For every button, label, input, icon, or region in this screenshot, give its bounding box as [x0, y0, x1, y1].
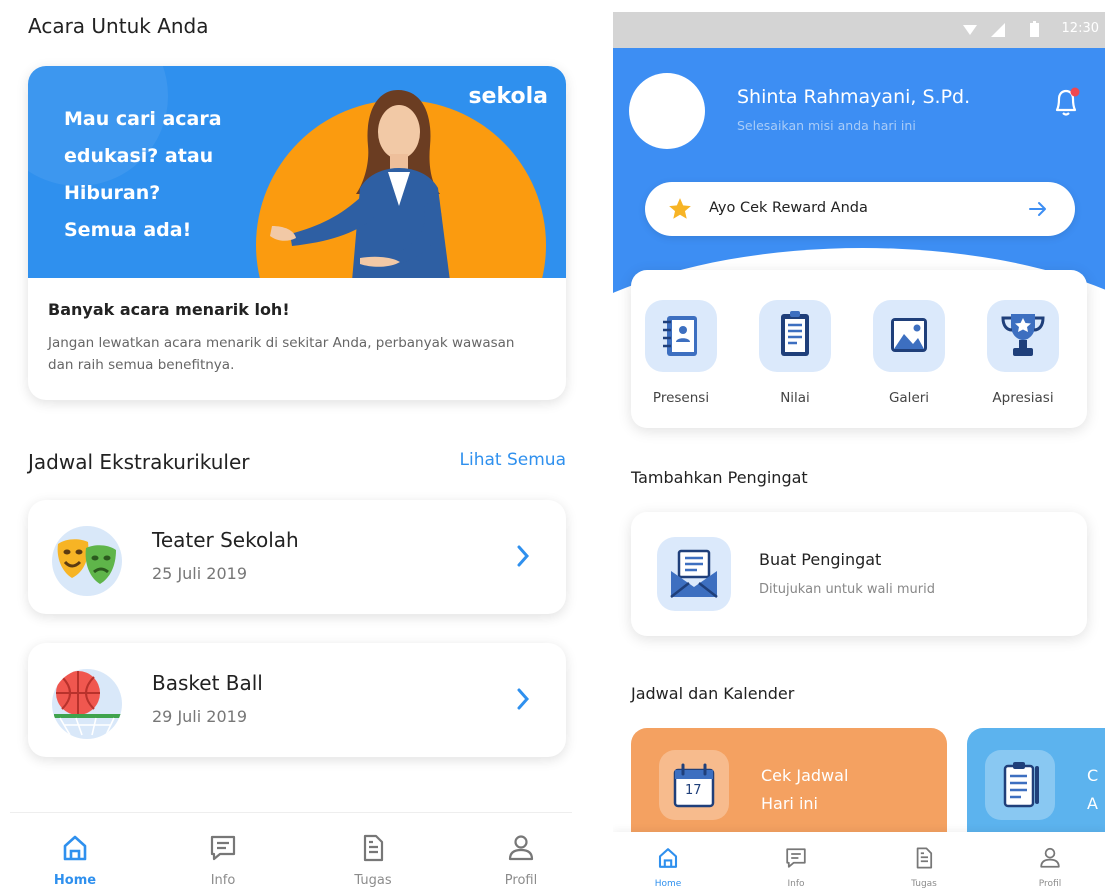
- menu-label: Apresiasi: [992, 390, 1054, 406]
- promo-description: Jangan lewatkan acara menarik di sekitar…: [48, 335, 515, 373]
- nav-info[interactable]: Info: [188, 833, 258, 888]
- schedule-section-title: Jadwal Ekstrakurikuler: [28, 450, 250, 474]
- promo-headline-line: Mau cari acara: [64, 108, 222, 130]
- promo-headline-line: Hiburan?: [64, 182, 161, 204]
- menu-galeri[interactable]: Galeri: [859, 300, 959, 406]
- gallery-icon: [873, 300, 945, 372]
- today-schedule-card[interactable]: 17 Cek Jadwal Hari ini: [631, 728, 947, 848]
- quick-menu: Presensi Nilai Galeri Apresiasi: [631, 270, 1087, 428]
- nav-home[interactable]: Home: [40, 833, 110, 888]
- clipboard-icon: [985, 750, 1055, 820]
- schedule-card-title: C: [1087, 766, 1099, 785]
- status-time: 12:30: [1061, 21, 1099, 36]
- schedule-card-title: Cek Jadwal: [761, 766, 849, 785]
- nav-label: Info: [787, 879, 805, 889]
- nav-label: Home: [53, 873, 97, 888]
- star-icon: [669, 198, 691, 219]
- basketball-icon: [52, 669, 122, 739]
- events-screen: Acara Untuk Anda Mau cari acara edukasi?…: [0, 0, 595, 895]
- reminder-subtitle: Ditujukan untuk wali murid: [759, 582, 935, 597]
- chevron-right-icon[interactable]: [516, 544, 530, 568]
- promo-headline-line: Semua ada!: [64, 219, 192, 241]
- wifi-icon: [963, 25, 977, 35]
- grade-sheet-icon: [759, 300, 831, 372]
- event-name: Teater Sekolah: [152, 528, 299, 552]
- trophy-icon: [987, 300, 1059, 372]
- nav-profil[interactable]: Profil: [486, 833, 556, 888]
- reminder-section-title: Tambahkan Pengingat: [631, 468, 808, 487]
- avatar[interactable]: [629, 73, 705, 149]
- nav-label: Info: [210, 873, 236, 888]
- chevron-right-icon[interactable]: [516, 687, 530, 711]
- promo-title: Banyak acara menarik loh!: [48, 300, 290, 319]
- create-reminder-card[interactable]: Buat Pengingat Ditujukan untuk wali muri…: [631, 512, 1087, 636]
- signal-icon: [991, 23, 1005, 37]
- battery-icon: [1030, 21, 1039, 37]
- calendar-day: 17: [685, 783, 702, 798]
- menu-label: Galeri: [888, 390, 930, 406]
- schedule-card-secondary[interactable]: C A: [967, 728, 1105, 848]
- bottom-nav: Home Info Tugas Profil: [613, 832, 1105, 895]
- nav-tugas[interactable]: Tugas: [889, 846, 959, 889]
- reward-label: Ayo Cek Reward Anda: [709, 200, 868, 216]
- nav-label: Tugas: [354, 873, 392, 888]
- reminder-title: Buat Pengingat: [759, 550, 882, 569]
- envelope-icon: [657, 537, 731, 611]
- promo-card[interactable]: Mau cari acara edukasi? atau Hiburan? Se…: [28, 66, 566, 400]
- arrow-right-icon: [1029, 202, 1046, 216]
- menu-label: Presensi: [652, 390, 710, 406]
- event-card-basket[interactable]: Basket Ball 29 Juli 2019: [28, 643, 566, 757]
- nav-home[interactable]: Home: [633, 846, 703, 889]
- menu-nilai[interactable]: Nilai: [745, 300, 845, 406]
- presenter-illustration: [270, 90, 450, 278]
- calendar-icon: 17: [659, 750, 729, 820]
- home-icon: [63, 835, 87, 861]
- user-name: Shinta Rahmayani, S.Pd.: [737, 86, 971, 108]
- user-icon: [508, 835, 534, 861]
- document-icon: [363, 834, 384, 862]
- menu-apresiasi[interactable]: Apresiasi: [973, 300, 1073, 406]
- bell-icon[interactable]: [1051, 86, 1081, 118]
- nav-profil[interactable]: Profil: [1015, 846, 1085, 889]
- menu-presensi[interactable]: Presensi: [631, 300, 731, 406]
- attendance-book-icon: [645, 300, 717, 372]
- calendar-section-title: Jadwal dan Kalender: [631, 684, 795, 703]
- nav-label: Profil: [1038, 879, 1062, 889]
- promo-headline-line: edukasi? atau: [64, 145, 214, 167]
- event-name: Basket Ball: [152, 671, 263, 695]
- schedule-card-subtitle: A: [1087, 794, 1098, 813]
- reward-button[interactable]: Ayo Cek Reward Anda: [645, 182, 1075, 236]
- theater-masks-icon: [52, 526, 122, 596]
- menu-label: Nilai: [780, 390, 810, 406]
- home-screen: 12:30 Shinta Rahmayani, S.Pd. Selesaikan…: [613, 0, 1105, 895]
- event-date: 29 Juli 2019: [152, 707, 247, 726]
- nav-label: Tugas: [911, 879, 937, 889]
- user-subtitle: Selesaikan misi anda hari ini: [737, 118, 916, 133]
- document-icon: [916, 847, 933, 869]
- nav-tugas[interactable]: Tugas: [338, 833, 408, 888]
- bottom-nav: Home Info Tugas Profil: [10, 812, 572, 895]
- event-date: 25 Juli 2019: [152, 564, 247, 583]
- promo-banner: Mau cari acara edukasi? atau Hiburan? Se…: [28, 66, 566, 278]
- nav-label: Home: [654, 879, 682, 889]
- see-all-link[interactable]: Lihat Semua: [460, 450, 566, 470]
- schedule-card-subtitle: Hari ini: [761, 794, 818, 813]
- nav-label: Profil: [504, 873, 538, 888]
- home-icon: [658, 848, 678, 868]
- event-card-teater[interactable]: Teater Sekolah 25 Juli 2019: [28, 500, 566, 614]
- events-section-title: Acara Untuk Anda: [28, 14, 209, 38]
- status-bar: 12:30: [613, 12, 1105, 48]
- notification-badge: [1070, 87, 1080, 97]
- message-icon: [210, 835, 236, 861]
- user-icon: [1040, 847, 1060, 868]
- message-icon: [786, 848, 806, 868]
- nav-info[interactable]: Info: [761, 846, 831, 889]
